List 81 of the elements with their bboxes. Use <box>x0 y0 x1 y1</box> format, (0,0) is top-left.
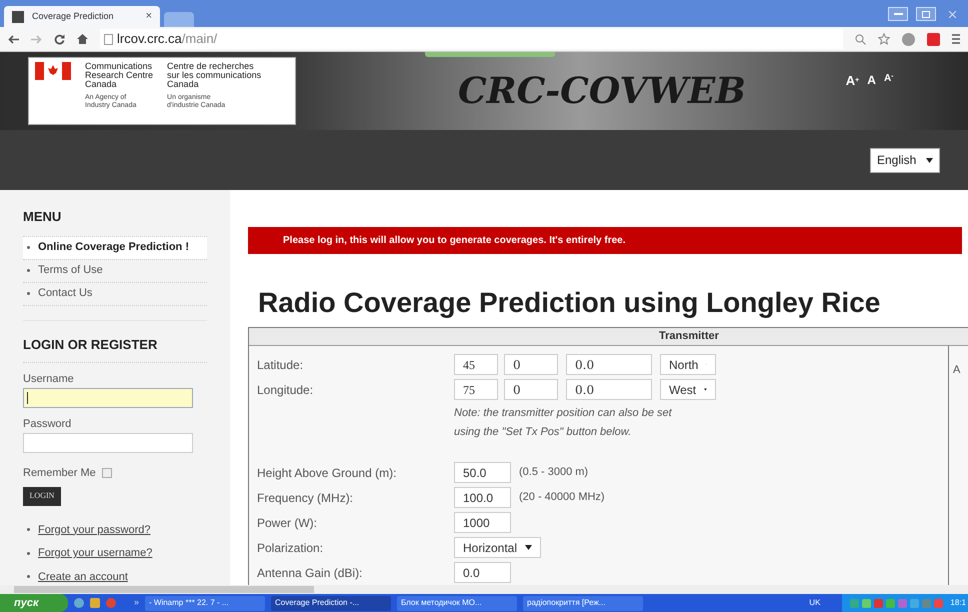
field-label: Frequency (MHz): <box>257 490 354 506</box>
username-field[interactable] <box>23 388 193 408</box>
account-link[interactable]: Forgot your password? <box>38 522 150 538</box>
column-heading: A <box>953 363 960 378</box>
font-size-button[interactable]: A$^{-}$ <box>884 71 894 86</box>
font-size-button[interactable]: A$^{+}$ <box>846 71 860 91</box>
field-label: Polarization: <box>257 540 324 556</box>
star-icon[interactable] <box>878 33 890 45</box>
browser-tab[interactable]: Coverage Prediction × <box>4 6 160 27</box>
site-title: CRC-COVWEB <box>458 69 746 114</box>
remember-checkbox[interactable] <box>102 468 112 478</box>
language-indicator: UK <box>809 597 820 609</box>
font-size-button[interactable]: A <box>867 71 876 90</box>
clock: 18:1 <box>950 597 966 609</box>
account-link[interactable]: Create an account <box>38 568 128 586</box>
minutes-field[interactable]: 0 <box>504 379 558 400</box>
account-link[interactable]: Forgot your username? <box>38 545 152 562</box>
forward-icon[interactable] <box>31 34 42 44</box>
note-text: using the "Set Tx Pos" button below. <box>454 425 632 440</box>
agency-name: Communications <box>85 62 154 71</box>
input-field[interactable]: 100.0 <box>454 487 511 508</box>
menu-item[interactable]: Contact Us <box>23 282 207 305</box>
field-label: Longitude: <box>257 382 314 398</box>
page-icon <box>104 34 113 44</box>
field-label: Height Above Ground (m): <box>257 464 398 482</box>
degrees-field[interactable]: 45 <box>454 354 498 375</box>
input-field[interactable]: 1000 <box>454 512 511 533</box>
home-icon[interactable] <box>77 34 88 44</box>
back-icon[interactable] <box>8 34 19 44</box>
page-heading: Radio Coverage Prediction using Longley Rice <box>258 287 882 319</box>
menu-item[interactable]: Online Coverage Prediction ! <box>23 236 207 259</box>
range-hint: (20 - 40000 MHz) <box>519 490 605 506</box>
login-button[interactable]: LOGIN <box>23 487 61 506</box>
polarization-select[interactable]: Horizontal <box>454 537 542 558</box>
seconds-field[interactable]: 0.0 <box>566 354 652 375</box>
agency-name: Centre de recherches <box>167 62 255 71</box>
agency-name: sur les communications <box>167 71 262 80</box>
menu-heading: MENU <box>23 208 62 226</box>
range-hint: (0.5 - 3000 m) <box>519 465 588 480</box>
input-field[interactable]: 0.0 <box>454 562 511 583</box>
table-header: Transmitter <box>249 328 968 346</box>
field-label: Power (W): <box>257 514 318 532</box>
minutes-field[interactable]: 0 <box>504 354 558 375</box>
globe-icon[interactable] <box>902 32 915 46</box>
taskbar-button[interactable]: Coverage Prediction -... <box>271 596 392 610</box>
remember-label: Remember Me <box>23 466 96 481</box>
menu-item[interactable]: Terms of Use <box>23 258 207 282</box>
minimize-icon[interactable] <box>888 7 908 21</box>
extension-icon[interactable] <box>927 32 940 46</box>
horizontal-scrollbar[interactable] <box>0 585 968 594</box>
password-label: Password <box>23 417 72 432</box>
login-banner: Please log in, this will allow you to generate coverages. It's entirely free. <box>248 227 962 254</box>
password-field[interactable] <box>23 432 193 453</box>
taskbar-button[interactable]: - Winamp *** 22. 7 - ... <box>145 596 266 610</box>
note-text: Note: the transmitter position can also be set <box>454 406 673 421</box>
agency-name: Research Centre <box>85 71 154 80</box>
more-icon[interactable]: » <box>134 596 140 610</box>
input-field[interactable]: 50.0 <box>454 462 511 483</box>
address-bar[interactable]: lrcov.crc.ca/main/ <box>100 29 843 49</box>
login-heading: LOGIN OR REGISTER <box>23 334 207 364</box>
taskbar-button[interactable]: Блок методичок МО... <box>397 596 518 610</box>
seconds-field[interactable]: 0.0 <box>566 379 652 400</box>
agency-name: Canada <box>167 80 200 89</box>
menu-icon[interactable] <box>952 34 960 44</box>
tab-title: Coverage Prediction <box>32 10 115 23</box>
degrees-field[interactable]: 75 <box>454 379 498 400</box>
language-select[interactable]: English <box>870 148 940 172</box>
agency-name: Canada <box>85 80 118 89</box>
close-icon[interactable]: × <box>146 8 152 25</box>
maximize-icon[interactable] <box>916 7 936 21</box>
start-button[interactable]: пуск <box>0 594 68 612</box>
reload-icon[interactable] <box>54 34 65 44</box>
hemisphere-select[interactable]: North <box>660 354 716 375</box>
field-label: Antenna Gain (dBi): <box>257 564 364 582</box>
taskbar-button[interactable]: радіопокриття [Реж... <box>523 596 644 610</box>
search-icon[interactable] <box>855 34 866 44</box>
flag-icon <box>35 62 71 80</box>
hemisphere-select[interactable]: West <box>660 379 716 400</box>
favicon-icon <box>12 10 24 22</box>
field-label: Latitude: <box>257 356 304 374</box>
username-label: Username <box>23 372 75 388</box>
